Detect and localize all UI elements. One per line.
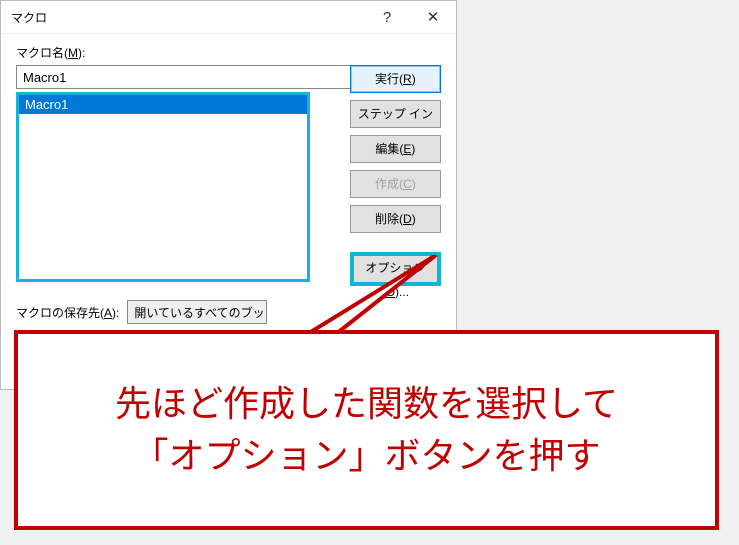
list-item[interactable]: Macro1 bbox=[19, 95, 307, 114]
save-in-row: マクロの保存先(A): 開いているすべてのブック bbox=[16, 300, 441, 324]
delete-button[interactable]: 削除(D) bbox=[350, 205, 441, 233]
help-button[interactable]: ? bbox=[364, 1, 410, 34]
dialog-body: マクロ名(M): 🠹 Macro1 実行(R) ステップ イン(S) bbox=[1, 34, 456, 349]
annotation-callout: 先ほど作成した関数を選択して 「オプション」ボタンを押す bbox=[14, 330, 719, 530]
close-icon: ✕ bbox=[427, 8, 440, 26]
macro-name-label: マクロ名(M): bbox=[16, 44, 441, 61]
edit-button[interactable]: 編集(E) bbox=[350, 135, 441, 163]
button-column: 実行(R) ステップ イン(S) 編集(E) 作成(C) 削除(D) オプション… bbox=[350, 65, 441, 286]
mid-row: Macro1 実行(R) ステップ イン(S) 編集(E) 作成(C) 削除(D… bbox=[16, 92, 441, 286]
options-button[interactable]: オプション(O)... bbox=[350, 252, 441, 286]
macro-list-highlight: Macro1 bbox=[16, 92, 310, 282]
help-icon: ? bbox=[383, 9, 391, 26]
run-button[interactable]: 実行(R) bbox=[350, 65, 441, 93]
titlebar: マクロ ? ✕ bbox=[1, 1, 456, 34]
save-in-combobox[interactable]: 開いているすべてのブック bbox=[127, 300, 267, 324]
close-button[interactable]: ✕ bbox=[410, 1, 456, 34]
save-in-label: マクロの保存先(A): bbox=[16, 304, 119, 321]
dialog-title: マクロ bbox=[11, 9, 47, 26]
step-in-button[interactable]: ステップ イン(S) bbox=[350, 100, 441, 128]
create-button: 作成(C) bbox=[350, 170, 441, 198]
macro-list[interactable]: Macro1 bbox=[19, 95, 307, 279]
save-in-value: 開いているすべてのブック bbox=[134, 304, 267, 321]
callout-line-1: 先ほど作成した関数を選択して bbox=[115, 378, 618, 430]
callout-text: 先ほど作成した関数を選択して 「オプション」ボタンを押す bbox=[115, 378, 618, 482]
callout-line-2: 「オプション」ボタンを押す bbox=[115, 430, 618, 482]
